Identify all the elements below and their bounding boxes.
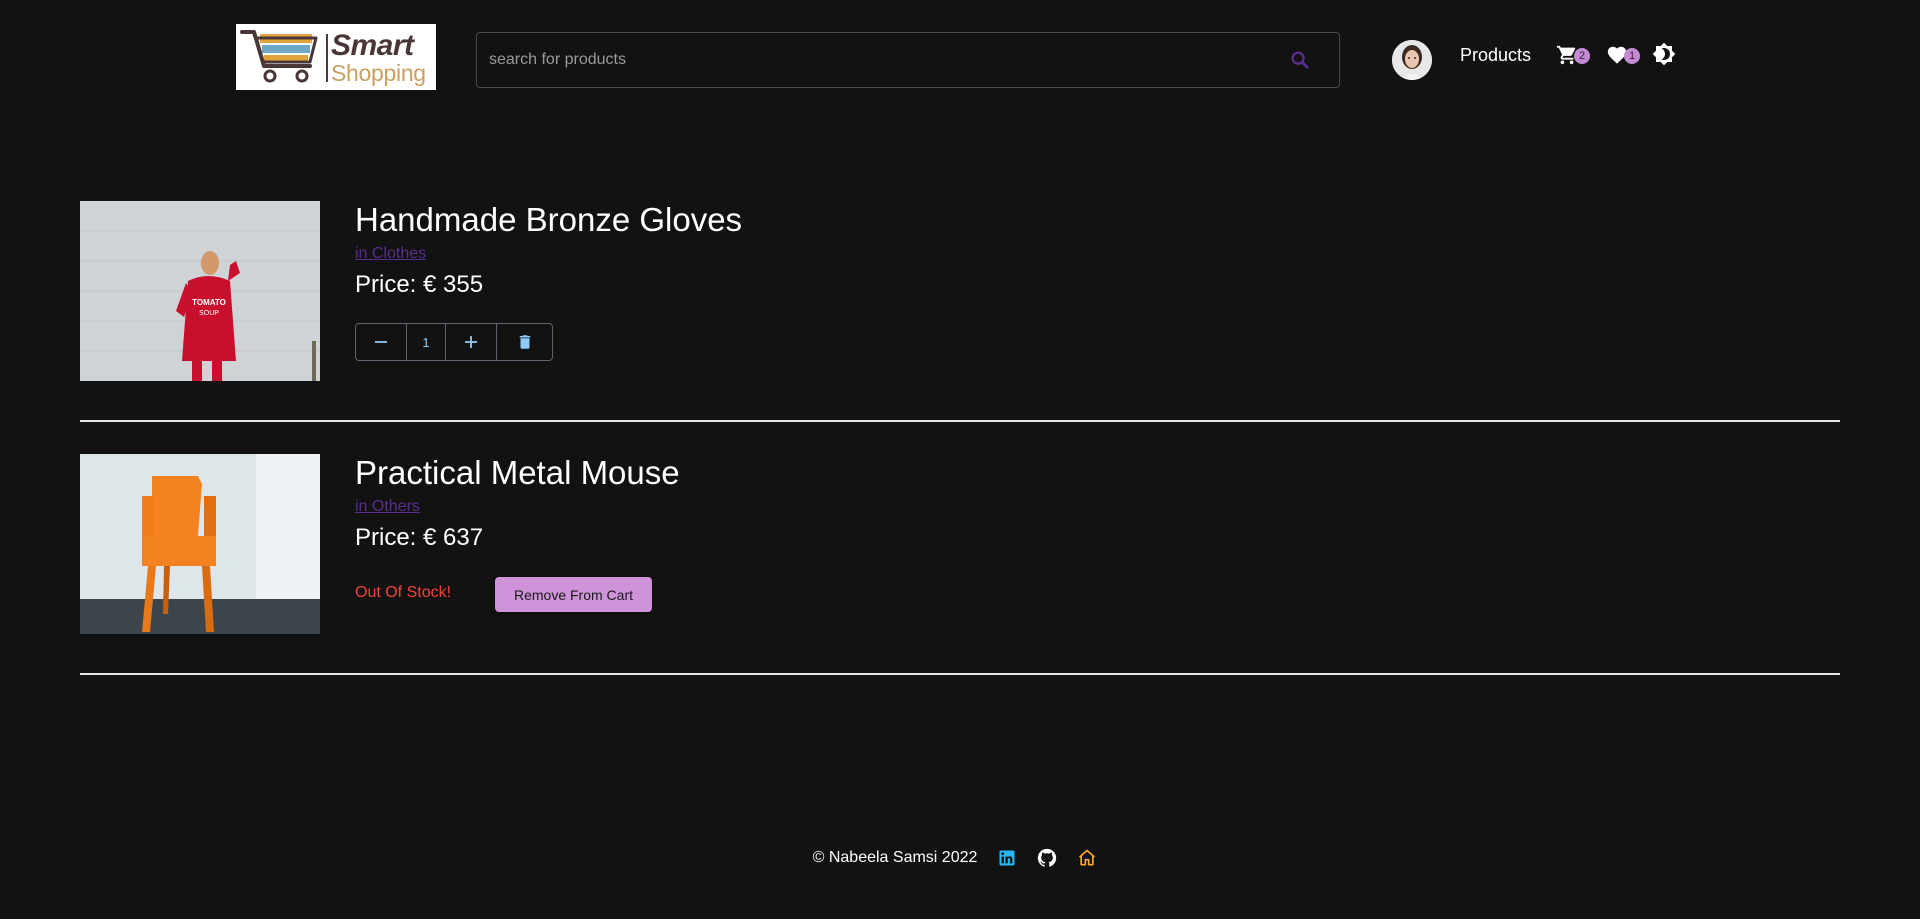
cart-button[interactable]: 2: [1556, 44, 1592, 68]
cart-item: Practical Metal Mouse in Others Price: €…: [80, 454, 1840, 675]
product-price: Price: € 355: [355, 271, 484, 298]
product-image[interactable]: TOMATO SOUP: [80, 201, 320, 381]
top-navbar: Smart Shopping Products 2 1: [0, 0, 1920, 110]
item-divider: [80, 420, 1840, 422]
logo-text-smart: Smart: [331, 29, 414, 62]
smart-shopping-logo[interactable]: Smart Shopping: [236, 24, 436, 90]
wishlist-button[interactable]: 1: [1606, 44, 1642, 68]
product-category-link[interactable]: in Others: [355, 498, 420, 516]
linkedin-icon[interactable]: [996, 847, 1018, 869]
cart-item: TOMATO SOUP Handmade Bronze Gloves in Cl…: [80, 201, 1840, 422]
brightness-icon: [1652, 42, 1676, 66]
delete-item-button[interactable]: [497, 324, 552, 360]
increase-quantity-button[interactable]: [446, 324, 497, 360]
product-title[interactable]: Practical Metal Mouse: [355, 454, 680, 492]
decrease-quantity-button[interactable]: [356, 324, 407, 360]
remove-from-cart-button[interactable]: Remove From Cart: [495, 577, 652, 612]
item-divider: [80, 673, 1840, 675]
trash-icon: [519, 335, 530, 349]
minus-icon: [375, 341, 387, 343]
search-bar: [476, 32, 1340, 88]
out-of-stock-label: Out Of Stock!: [355, 584, 452, 601]
product-title[interactable]: Handmade Bronze Gloves: [355, 201, 742, 239]
plus-icon: [465, 336, 477, 348]
svg-text:TOMATO: TOMATO: [192, 298, 226, 307]
wishlist-count-badge: 1: [1624, 48, 1640, 64]
search-icon[interactable]: [1289, 49, 1311, 71]
product-price: Price: € 637: [355, 524, 484, 551]
logo-text-shopping: Shopping: [331, 60, 426, 86]
quantity-value: 1: [407, 324, 446, 360]
home-icon[interactable]: [1076, 847, 1098, 869]
product-image[interactable]: [80, 454, 320, 634]
github-icon[interactable]: [1036, 847, 1058, 869]
nav-products-link[interactable]: Products: [1460, 45, 1531, 66]
search-input[interactable]: [489, 33, 1269, 87]
footer: © Nabeela Samsi 2022: [0, 843, 1920, 873]
user-avatar[interactable]: [1392, 40, 1432, 80]
theme-toggle-button[interactable]: [1652, 42, 1676, 66]
quantity-stepper: 1: [355, 323, 553, 361]
cart-count-badge: 2: [1574, 48, 1590, 64]
svg-text:SOUP: SOUP: [199, 310, 219, 317]
logo-divider: [326, 34, 328, 82]
shopping-cart-logo-icon: [240, 30, 318, 83]
footer-copyright: © Nabeela Samsi 2022: [812, 849, 978, 866]
product-category-link[interactable]: in Clothes: [355, 245, 426, 263]
